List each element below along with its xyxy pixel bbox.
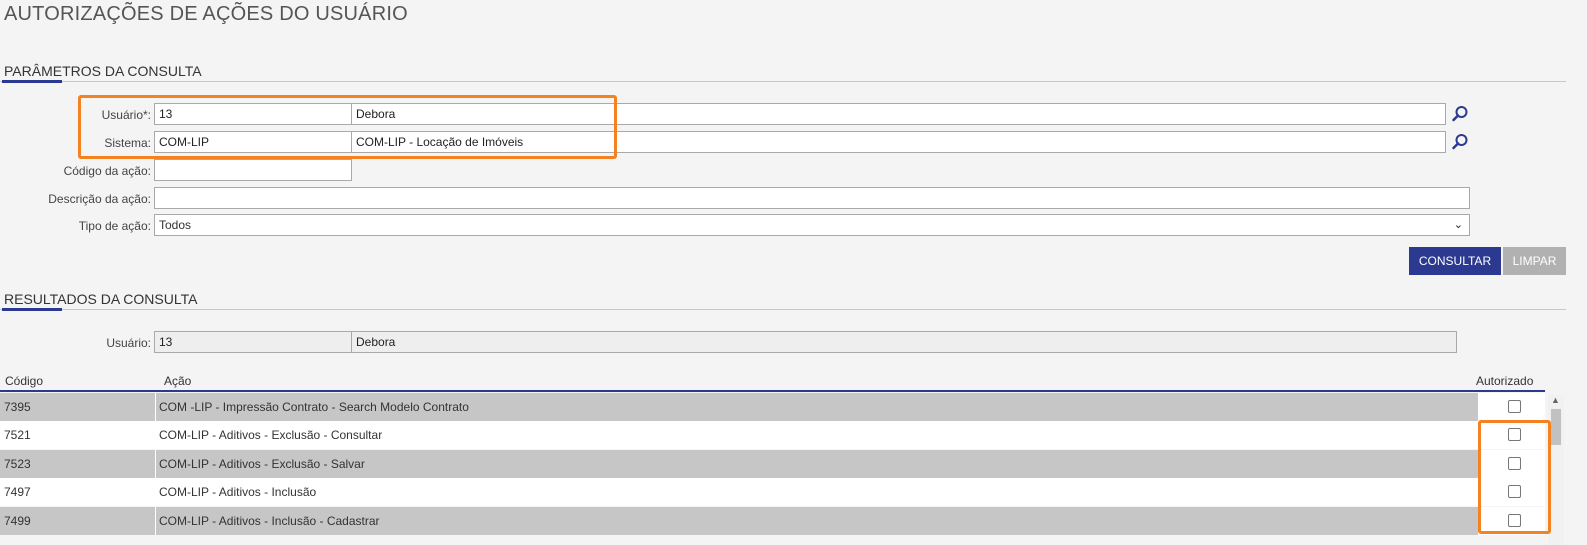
autorizado-checkbox[interactable]: [1508, 457, 1521, 470]
params-section-header: PARÂMETROS DA CONSULTA: [0, 62, 1566, 83]
autorizado-checkbox[interactable]: [1508, 485, 1521, 498]
row-acao: COM-LIP - Aditivos - Inclusão - Cadastra…: [159, 514, 380, 528]
row-codigo: 7523: [4, 457, 31, 471]
row-codigo: 7497: [4, 485, 31, 499]
table-row[interactable]: 7395 COM -LIP - Impressão Contrato - Sea…: [0, 393, 1545, 421]
page-title: AUTORIZAÇÕES DE AÇÕES DO USUÁRIO: [4, 3, 408, 25]
table-header: Código Ação Autorizado: [0, 370, 1545, 392]
tipo-acao-label: Tipo de ação:: [78, 219, 151, 233]
sistema-search-icon[interactable]: [1451, 133, 1469, 151]
row-codigo: 7395: [4, 400, 31, 414]
params-section-title: PARÂMETROS DA CONSULTA: [4, 63, 202, 79]
row-acao: COM-LIP - Aditivos - Inclusão: [159, 485, 317, 499]
limpar-button[interactable]: LIMPAR: [1503, 247, 1566, 275]
scrollbar-thumb[interactable]: [1551, 409, 1561, 445]
table-row[interactable]: 7523 COM-LIP - Aditivos - Exclusão - Sal…: [0, 450, 1545, 478]
row-codigo: 7521: [4, 428, 31, 442]
autorizado-cell: [1478, 478, 1545, 506]
sistema-code-input[interactable]: COM-LIP: [154, 131, 352, 153]
codigo-acao-input[interactable]: [154, 159, 352, 181]
table-row[interactable]: 7497 COM-LIP - Aditivos - Inclusão: [0, 478, 1545, 506]
autorizado-cell: [1478, 393, 1545, 421]
column-divider: [155, 478, 156, 506]
autorizado-checkbox[interactable]: [1508, 400, 1521, 413]
row-codigo: 7499: [4, 514, 31, 528]
autorizado-cell: [1478, 450, 1545, 478]
autorizado-checkbox[interactable]: [1508, 514, 1521, 527]
table-row[interactable]: 7521 COM-LIP - Aditivos - Exclusão - Con…: [0, 421, 1545, 449]
autorizado-cell: [1478, 421, 1545, 449]
arrow-up-icon[interactable]: ▲: [1551, 395, 1560, 405]
tipo-acao-select[interactable]: Todos ⌄: [154, 214, 1470, 236]
sistema-name-input[interactable]: COM-LIP - Locação de Imóveis: [351, 131, 1446, 153]
col-header-codigo[interactable]: Código: [5, 374, 43, 388]
codigo-acao-label: Código da ação:: [63, 164, 151, 178]
tipo-acao-value: Todos: [159, 218, 192, 232]
row-acao: COM -LIP - Impressão Contrato - Search M…: [159, 400, 469, 414]
col-header-acao[interactable]: Ação: [164, 374, 191, 388]
autorizado-checkbox[interactable]: [1508, 428, 1521, 441]
results-section-header: RESULTADOS DA CONSULTA: [0, 290, 1566, 311]
usuario-search-icon[interactable]: [1451, 105, 1469, 123]
table-row[interactable]: 7499 COM-LIP - Aditivos - Inclusão - Cad…: [0, 507, 1545, 535]
descricao-acao-input[interactable]: [154, 187, 1470, 209]
usuario-name-input[interactable]: Debora: [351, 103, 1446, 125]
column-divider: [155, 393, 156, 421]
result-usuario-name: Debora: [351, 331, 1457, 353]
usuario-label: Usuário*:: [101, 108, 151, 122]
row-acao: COM-LIP - Aditivos - Exclusão - Consulta…: [159, 428, 383, 442]
col-header-autorizado[interactable]: Autorizado: [1476, 374, 1533, 388]
section-underline: [2, 80, 62, 83]
table-scrollbar[interactable]: ▲: [1548, 395, 1564, 545]
autorizado-cell: [1478, 507, 1545, 535]
section-underline: [2, 308, 62, 311]
usuario-code-input[interactable]: 13: [154, 103, 352, 125]
sistema-label: Sistema:: [104, 136, 151, 150]
chevron-down-icon: ⌄: [1453, 219, 1463, 231]
row-acao: COM-LIP - Aditivos - Exclusão - Salvar: [159, 457, 365, 471]
column-divider: [155, 421, 156, 449]
consultar-button[interactable]: CONSULTAR: [1409, 247, 1501, 275]
column-divider: [155, 450, 156, 478]
results-section-title: RESULTADOS DA CONSULTA: [4, 291, 198, 307]
descricao-acao-label: Descrição da ação:: [48, 192, 151, 206]
result-usuario-label: Usuário:: [106, 336, 151, 350]
result-usuario-code: 13: [154, 331, 352, 353]
column-divider: [155, 507, 156, 535]
